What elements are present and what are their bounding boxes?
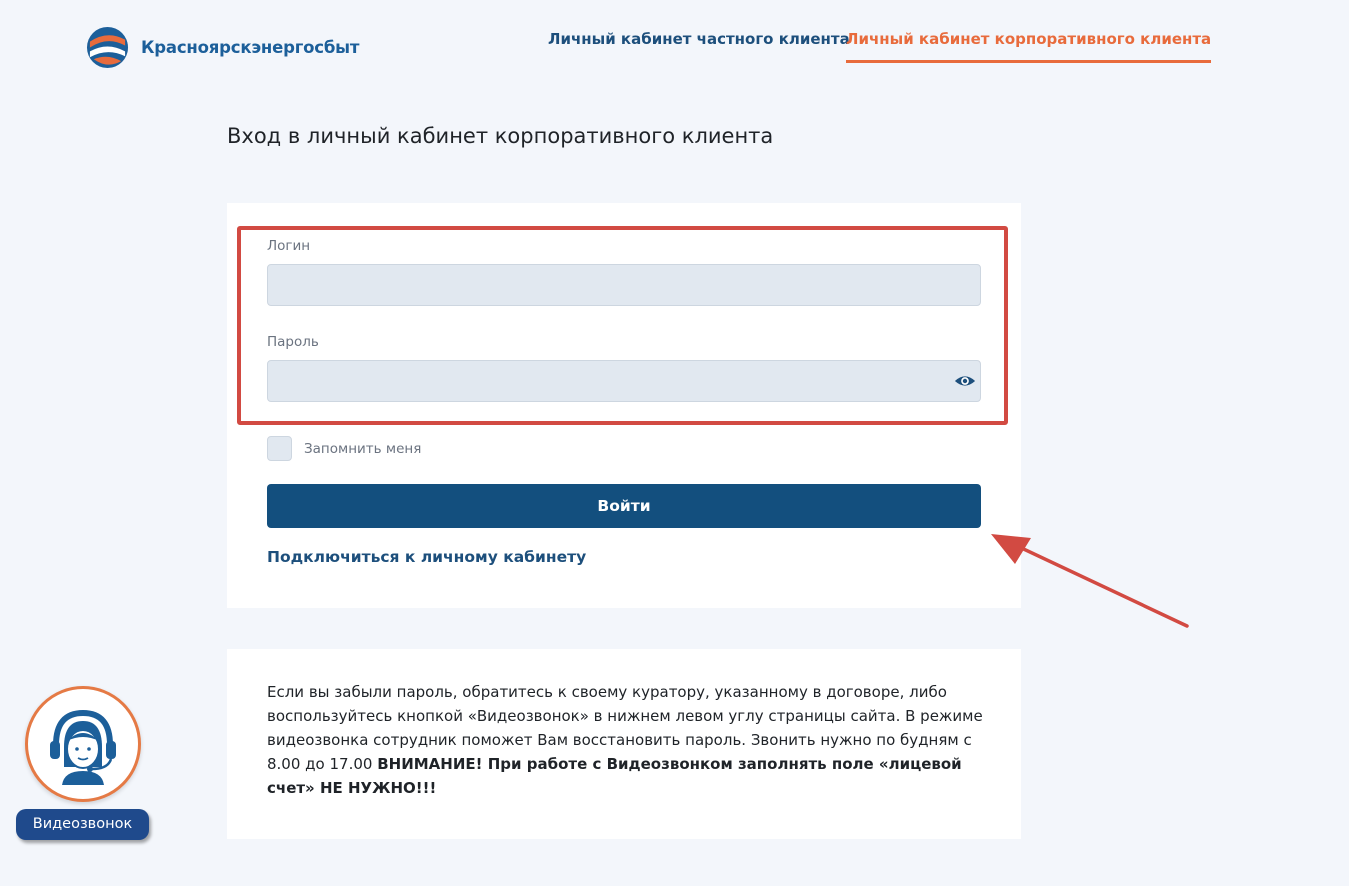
login-label: Логин xyxy=(267,238,311,254)
info-warning: ВНИМАНИЕ! При работе с Видеозвонком запо… xyxy=(267,755,962,797)
password-recovery-info: Если вы забыли пароль, обратитесь к свое… xyxy=(267,680,987,800)
password-label: Пароль xyxy=(267,334,319,350)
password-input[interactable] xyxy=(267,360,981,402)
show-password-eye-icon[interactable] xyxy=(954,372,976,390)
remember-me-checkbox[interactable] xyxy=(267,436,292,461)
brand-name: Красноярскэнергосбыт xyxy=(141,38,360,57)
annotation-arrow xyxy=(991,534,1189,628)
connect-account-link[interactable]: Подключиться к личному кабинету xyxy=(267,548,586,566)
operator-headset-icon xyxy=(50,709,116,785)
page-title: Вход в личный кабинет корпоративного кли… xyxy=(227,124,774,148)
tab-corporate-client[interactable]: Личный кабинет корпоративного клиента xyxy=(846,30,1212,63)
video-call-widget[interactable]: Видеозвонок xyxy=(16,686,156,846)
remember-me-label[interactable]: Запомнить меня xyxy=(304,441,421,457)
login-input[interactable] xyxy=(267,264,981,306)
logo-mark-icon xyxy=(86,26,129,69)
tab-private-client[interactable]: Личный кабинет частного клиента xyxy=(548,30,850,48)
brand-logo[interactable]: Красноярскэнергосбыт xyxy=(86,26,359,69)
video-call-avatar[interactable] xyxy=(25,686,141,802)
login-button[interactable]: Войти xyxy=(267,484,981,528)
video-call-button[interactable]: Видеозвонок xyxy=(16,809,149,840)
